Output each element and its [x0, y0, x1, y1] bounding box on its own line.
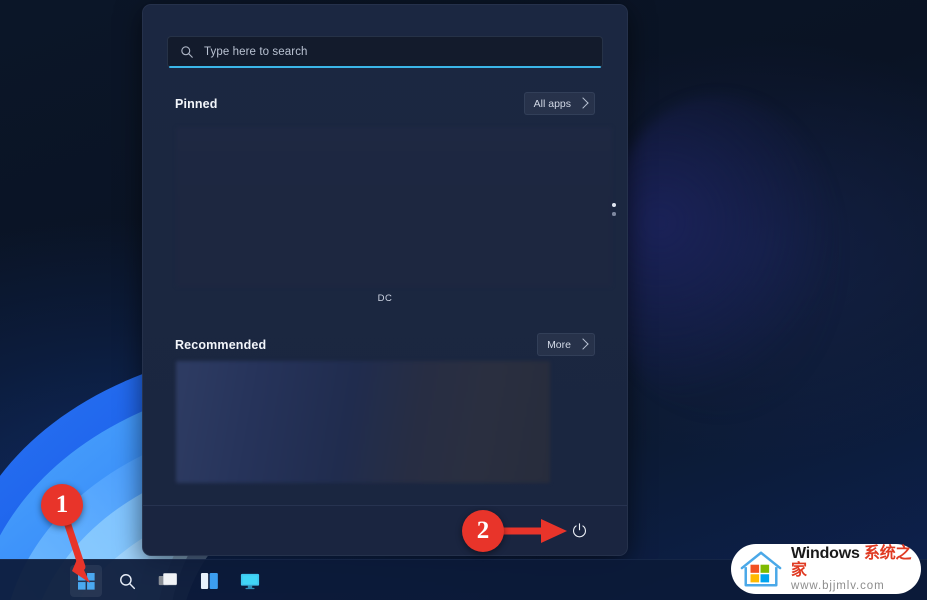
recommended-items-grid[interactable]	[176, 361, 550, 483]
monitor-icon	[240, 573, 260, 590]
watermark-url: www.bjjmlv.com	[791, 579, 885, 592]
start-menu-panel: Type here to search Pinned All apps DC R…	[142, 4, 628, 556]
taskbar-display-button[interactable]	[234, 565, 266, 597]
pinned-tile-label: DC	[377, 293, 393, 304]
annotation-badge-1: 1	[41, 484, 83, 526]
search-icon	[181, 46, 193, 58]
pinned-apps-grid[interactable]	[176, 127, 612, 287]
taskbar-search-button[interactable]	[111, 565, 143, 597]
search-icon	[119, 573, 135, 589]
task-view-icon	[158, 573, 177, 586]
taskbar-task-view-button[interactable]	[152, 565, 184, 597]
search-placeholder-text: Type here to search	[204, 46, 308, 58]
recommended-section-header: Recommended More	[175, 333, 595, 356]
power-button[interactable]	[566, 518, 592, 544]
start-menu-footer	[143, 505, 627, 555]
wallpaper-dark-circle	[600, 95, 840, 415]
pinned-section-header: Pinned All apps	[175, 92, 595, 115]
house-windows-logo-icon	[740, 551, 782, 587]
page-dot-active[interactable]	[612, 203, 616, 207]
pinned-page-indicator[interactable]	[612, 203, 616, 216]
search-box-wrapper[interactable]: Type here to search	[167, 36, 603, 68]
watermark-text: Windows 系统之家 www.bjjmlv.com	[791, 544, 921, 592]
taskbar-widgets-button[interactable]	[193, 565, 225, 597]
annotation-badge-2: 2	[462, 510, 504, 552]
all-apps-label: All apps	[533, 97, 571, 110]
power-icon	[572, 523, 586, 538]
taskbar-start-button[interactable]	[70, 565, 102, 597]
pinned-title: Pinned	[175, 96, 218, 111]
all-apps-button[interactable]: All apps	[523, 92, 595, 115]
more-button[interactable]: More	[537, 333, 595, 356]
widgets-icon	[200, 572, 218, 590]
watermark-brand: Windows 系统之家	[791, 544, 921, 580]
taskbar-items	[70, 565, 266, 597]
recommended-title: Recommended	[175, 337, 267, 352]
page-dot-inactive[interactable]	[612, 212, 616, 216]
chevron-right-icon	[577, 97, 589, 109]
chevron-right-icon	[577, 338, 589, 350]
more-label: More	[547, 338, 571, 351]
search-focus-underline	[169, 66, 601, 68]
screen: Type here to search Pinned All apps DC R…	[0, 0, 927, 600]
start-menu-body: Type here to search Pinned All apps DC R…	[143, 5, 627, 505]
windows-logo-icon	[77, 572, 95, 590]
watermark-brand-en: Windows	[791, 544, 864, 562]
search-input[interactable]: Type here to search	[167, 36, 603, 68]
watermark: Windows 系统之家 www.bjjmlv.com	[731, 544, 921, 594]
